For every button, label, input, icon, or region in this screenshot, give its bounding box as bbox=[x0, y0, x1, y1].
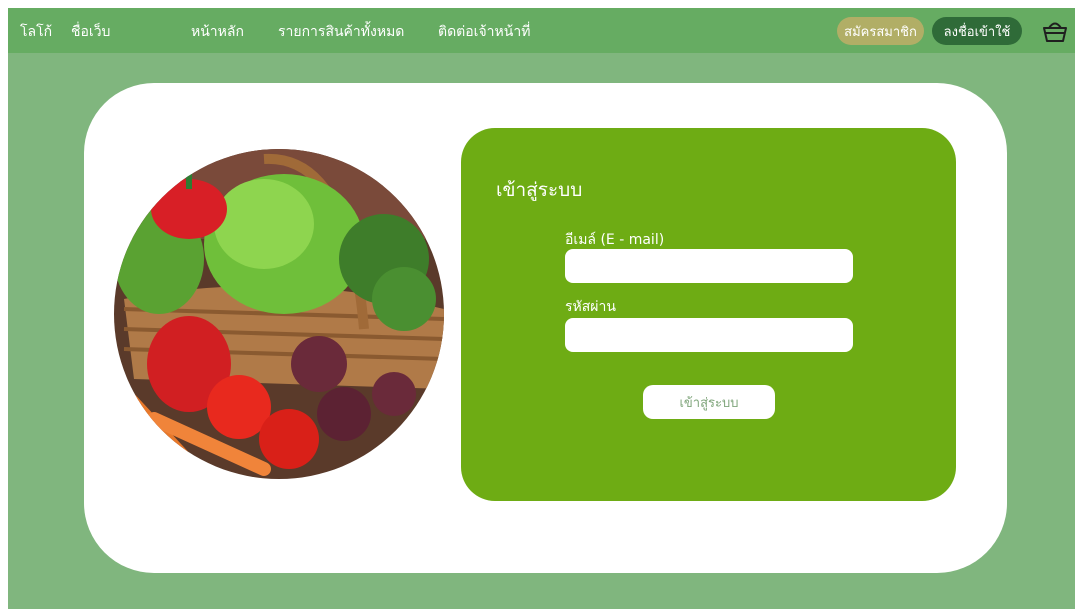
login-panel: เข้าสู่ระบบ อีเมล์ (E - mail) รหัสผ่าน เ… bbox=[461, 128, 956, 501]
password-label: รหัสผ่าน bbox=[565, 299, 616, 315]
nav-link-home[interactable]: หน้าหลัก bbox=[191, 21, 244, 43]
vegetable-basket-image bbox=[114, 149, 444, 479]
nav-link-contact[interactable]: ติดต่อเจ้าหน้าที่ bbox=[438, 21, 530, 43]
login-nav-button[interactable]: ลงชื่อเข้าใช้ bbox=[932, 17, 1022, 45]
password-field[interactable] bbox=[565, 318, 853, 352]
email-label: อีเมล์ (E - mail) bbox=[565, 232, 665, 248]
login-submit-button[interactable]: เข้าสู่ระบบ bbox=[643, 385, 775, 419]
top-navbar: โลโก้ ชื่อเว็บ หน้าหลัก รายการสินค้าทั้ง… bbox=[8, 8, 1075, 53]
nav-link-all-products[interactable]: รายการสินค้าทั้งหมด bbox=[278, 21, 404, 43]
register-button[interactable]: สมัครสมาชิก bbox=[837, 17, 924, 45]
site-name[interactable]: ชื่อเว็บ bbox=[71, 21, 110, 43]
email-field[interactable] bbox=[565, 249, 853, 283]
login-title: เข้าสู่ระบบ bbox=[496, 179, 583, 201]
basket-icon[interactable] bbox=[1040, 19, 1070, 43]
logo[interactable]: โลโก้ bbox=[20, 21, 52, 43]
